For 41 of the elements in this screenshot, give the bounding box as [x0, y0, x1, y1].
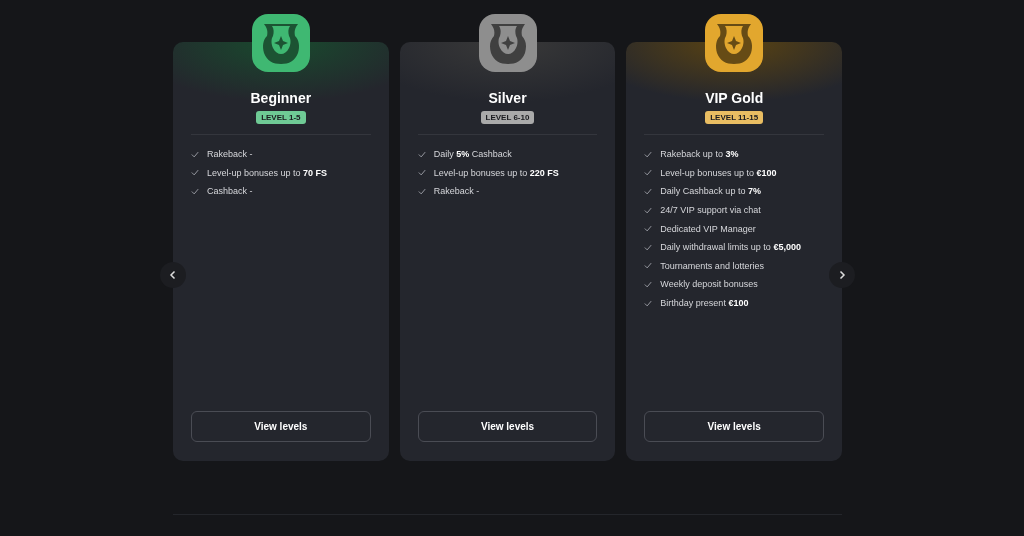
feature-text: Rakeback -: [207, 149, 253, 160]
feature-text: Tournaments and lotteries: [660, 260, 764, 271]
feature-text: Weekly deposit bonuses: [660, 279, 758, 290]
check-icon: [417, 188, 426, 195]
feature-text: Daily withdrawal limits up to €5,000: [660, 242, 801, 253]
check-icon: [644, 188, 653, 195]
check-icon: [644, 280, 653, 288]
feature-text: Level-up bonuses up to 220 FS: [433, 167, 559, 178]
feature-text: Level-up bonuses up to 70 FS: [207, 167, 328, 178]
check-icon: [644, 243, 653, 251]
view-levels-button[interactable]: View levels: [191, 411, 371, 442]
tier-title: VIP Gold: [705, 90, 764, 106]
feature-text: Birthday present €100: [660, 298, 749, 309]
check-icon: [417, 169, 426, 177]
next-button[interactable]: [829, 262, 855, 288]
check-icon: [644, 262, 653, 270]
feature-text: Cashback -: [207, 186, 253, 197]
level-badge: LEVEL 6-10: [480, 111, 535, 124]
view-levels-button[interactable]: View levels: [644, 411, 824, 442]
tier-title: Silver: [488, 90, 527, 106]
check-icon: [644, 299, 653, 307]
level-badge: LEVEL 1-5: [256, 111, 306, 124]
check-icon: [644, 169, 653, 177]
check-icon: [191, 188, 199, 195]
check-icon: [644, 150, 653, 158]
check-icon: [644, 206, 653, 214]
tier-title: Beginner: [250, 90, 312, 106]
view-levels-button[interactable]: View levels: [417, 411, 598, 442]
check-icon: [191, 150, 199, 158]
previous-button[interactable]: [160, 262, 186, 288]
feature-text: Rakeback -: [433, 186, 480, 197]
feature-text: Rakeback up to 3%: [660, 149, 739, 160]
feature-text: Dedicated VIP Manager: [660, 223, 756, 234]
feature-text: Level-up bonuses up to €100: [660, 167, 777, 178]
level-badge: LEVEL 11-15: [705, 111, 764, 124]
feature-text: 24/7 VIP support via chat: [660, 205, 761, 216]
check-icon: [191, 169, 199, 177]
feature-text: Daily 5% Cashback: [433, 149, 512, 160]
feature-text: Daily Cashback up to 7%: [660, 186, 761, 197]
check-icon: [417, 150, 426, 158]
check-icon: [644, 225, 653, 233]
